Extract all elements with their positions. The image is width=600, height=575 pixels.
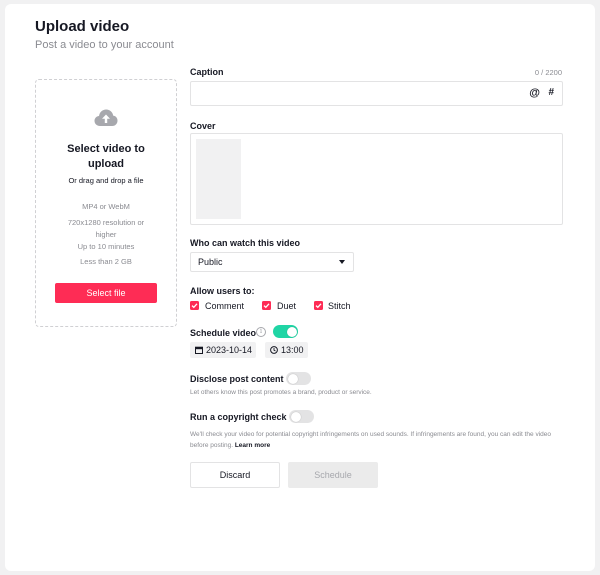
- schedule-button[interactable]: Schedule: [288, 462, 378, 488]
- upload-spec-duration: Up to 10 minutes: [77, 242, 135, 251]
- caption-counter: 0 / 2200: [534, 68, 562, 77]
- toggle-knob: [286, 326, 297, 337]
- disclose-label: Disclose post content: [190, 374, 284, 384]
- schedule-time: 13:00: [281, 345, 304, 355]
- copyright-description: We'll check your video for potential cop…: [190, 429, 565, 451]
- upload-spec-size: Less than 2 GB: [80, 257, 132, 266]
- stitch-checkbox[interactable]: [314, 301, 323, 310]
- copyright-toggle[interactable]: [289, 410, 314, 423]
- comment-checkbox[interactable]: [190, 301, 199, 310]
- disclose-description: Let others know this post promotes a bra…: [190, 389, 372, 396]
- copyright-label: Run a copyright check: [190, 412, 287, 422]
- duet-checkbox[interactable]: [262, 301, 271, 310]
- duet-option-label: Duet: [277, 301, 297, 311]
- privacy-selected-value: Public: [198, 257, 223, 267]
- calendar-icon: [195, 346, 203, 354]
- upload-title: Select video to upload: [67, 143, 145, 170]
- comment-option-label: Comment: [205, 301, 245, 311]
- stitch-option-label: Stitch: [328, 301, 351, 311]
- page-title: Upload video: [35, 18, 130, 35]
- mention-icon[interactable]: @: [529, 87, 540, 99]
- allow-users-label: Allow users to:: [190, 286, 255, 296]
- privacy-label: Who can watch this video: [190, 238, 301, 248]
- toggle-knob: [287, 373, 298, 384]
- schedule-date-picker[interactable]: 2023-10-14: [190, 342, 256, 358]
- discard-button[interactable]: Discard: [190, 462, 280, 488]
- cloud-upload-icon: [94, 109, 118, 126]
- learn-more-link[interactable]: Learn more: [235, 442, 270, 449]
- upload-drag-text: Or drag and drop a file: [68, 176, 144, 185]
- hashtag-icon[interactable]: #: [548, 87, 554, 98]
- checkmark-icon: [191, 303, 198, 309]
- cover-label: Cover: [190, 121, 216, 131]
- select-file-button[interactable]: Select file: [55, 283, 157, 303]
- cover-picker[interactable]: [190, 133, 563, 225]
- caption-label: Caption: [190, 67, 224, 77]
- schedule-label: Schedule video: [190, 328, 257, 338]
- upload-spec-format: MP4 or WebM: [82, 202, 130, 211]
- info-icon[interactable]: [256, 327, 266, 337]
- schedule-time-picker[interactable]: 13:00: [265, 342, 308, 358]
- page-subtitle: Post a video to your account: [35, 39, 174, 51]
- checkmark-icon: [263, 303, 270, 309]
- toggle-knob: [290, 411, 301, 422]
- checkmark-icon: [315, 303, 322, 309]
- privacy-select[interactable]: Public: [190, 252, 354, 272]
- schedule-toggle[interactable]: [273, 325, 298, 338]
- caption-input[interactable]: @ #: [190, 81, 563, 106]
- clock-icon: [270, 346, 278, 354]
- upload-card: Upload video Post a video to your accoun…: [5, 4, 595, 571]
- upload-spec-resolution: 720x1280 resolution or higher: [67, 218, 145, 239]
- upload-dropzone[interactable]: Select video to upload Or drag and drop …: [35, 79, 177, 327]
- cover-thumbnail[interactable]: [196, 139, 241, 219]
- schedule-date: 2023-10-14: [206, 345, 253, 355]
- disclose-toggle[interactable]: [286, 372, 311, 385]
- caret-down-icon: [339, 260, 345, 264]
